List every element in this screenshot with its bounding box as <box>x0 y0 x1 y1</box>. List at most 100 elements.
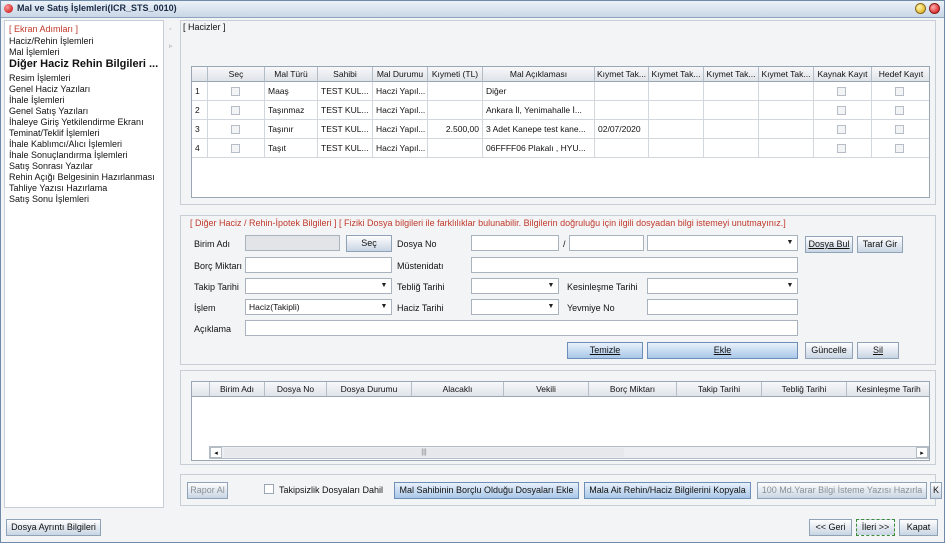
dosya-no-number-field[interactable] <box>569 235 644 251</box>
table-cell[interactable]: Ankara İl, Yenimahalle İ... <box>483 101 595 120</box>
row-select-checkbox[interactable] <box>231 125 240 134</box>
kaynak-kayit-checkbox[interactable] <box>837 125 846 134</box>
sidebar-item-diger-haciz[interactable]: Diğer Haciz Rehin Bilgileri ... <box>9 58 158 70</box>
table-cell[interactable]: TEST KUL... <box>318 101 373 120</box>
geri-button[interactable]: << Geri <box>809 519 852 536</box>
table-cell[interactable]: Maaş <box>265 82 318 101</box>
rapor-al-button[interactable]: Rapor Al <box>187 482 228 499</box>
table-cell[interactable]: Taşınır <box>265 120 318 139</box>
table-cell[interactable] <box>649 139 704 158</box>
dosya-bul-button[interactable]: Dosya Bul <box>805 236 853 253</box>
sidebar-item-tahliye[interactable]: Tahliye Yazısı Hazırlama <box>9 183 107 193</box>
guncelle-button[interactable]: Güncelle <box>805 342 853 359</box>
borc-miktari-field[interactable] <box>245 257 392 273</box>
table-header[interactable]: Vekili <box>504 382 589 397</box>
table-cell[interactable]: 02/07/2020 <box>595 120 649 139</box>
birim-adi-field[interactable] <box>245 235 340 251</box>
hedef-kayit-checkbox[interactable] <box>895 144 904 153</box>
sidebar-item-ihale[interactable]: İhale İşlemleri <box>9 95 65 105</box>
sil-button[interactable]: Sil <box>857 342 899 359</box>
table-cell[interactable]: Taşınmaz <box>265 101 318 120</box>
table-header[interactable]: Alacaklı <box>412 382 504 397</box>
aciklama-field[interactable] <box>245 320 798 336</box>
mustenidat-field[interactable] <box>471 257 798 273</box>
table-header[interactable]: Kıymet Tak... <box>704 67 759 82</box>
sidebar-item-haciz-rehin[interactable]: Haciz/Rehin İşlemleri <box>9 36 94 46</box>
sidebar-item-satis-sonu[interactable]: Satış Sonu İşlemleri <box>9 194 89 204</box>
table-cell[interactable] <box>595 82 649 101</box>
table-header[interactable]: Kıymet Tak... <box>595 67 649 82</box>
table-header[interactable]: Mal Türü <box>265 67 318 82</box>
yarar-bilgi-yazisi-button[interactable]: 100 Md.Yarar Bilgi İsteme Yazısı Hazırla <box>757 482 927 499</box>
table-cell[interactable] <box>759 120 814 139</box>
row-select-checkbox[interactable] <box>231 144 240 153</box>
minimize-button[interactable] <box>915 3 926 14</box>
table-cell[interactable]: Taşıt <box>265 139 318 158</box>
scroll-left-icon[interactable]: ◂ <box>210 447 222 458</box>
table-cell[interactable] <box>649 82 704 101</box>
taraf-gir-button[interactable]: Taraf Gir <box>857 236 903 253</box>
table-header[interactable]: Mal Durumu <box>373 67 428 82</box>
extra-action-button[interactable]: K <box>930 482 942 499</box>
table-header[interactable]: Hedef Kayıt <box>872 67 929 82</box>
teblig-tarihi-picker[interactable]: ▼ <box>471 278 559 294</box>
haciz-tarihi-picker[interactable]: ▼ <box>471 299 559 315</box>
table-header[interactable]: Tebliğ Tarihi <box>762 382 847 397</box>
sidebar-item-ihale-sonuc[interactable]: İhale Sonuçlandırma İşlemleri <box>9 150 128 160</box>
table-cell[interactable]: TEST KUL... <box>318 139 373 158</box>
table-cell[interactable]: Haczi Yapıl... <box>373 120 428 139</box>
table-cell[interactable] <box>704 101 759 120</box>
temizle-button[interactable]: Temizle <box>567 342 643 359</box>
table-header[interactable]: Dosya No <box>265 382 327 397</box>
table-cell[interactable]: 3 Adet Kanepe test kane... <box>483 120 595 139</box>
table-cell[interactable] <box>649 101 704 120</box>
table-cell[interactable]: Haczi Yapıl... <box>373 101 428 120</box>
table-cell[interactable]: 06FFFF06 Plakalı , HYU... <box>483 139 595 158</box>
table-cell[interactable] <box>704 139 759 158</box>
hedef-kayit-checkbox[interactable] <box>895 87 904 96</box>
scroll-right-icon[interactable]: ▸ <box>916 447 928 458</box>
chevron-down-icon[interactable]: ▼ <box>783 279 797 293</box>
row-select-checkbox[interactable] <box>231 87 240 96</box>
row-select-checkbox[interactable] <box>231 106 240 115</box>
chevron-down-icon[interactable]: ▼ <box>377 300 391 314</box>
kesinlesme-tarihi-picker[interactable]: ▼ <box>647 278 798 294</box>
kaynak-kayit-checkbox[interactable] <box>837 106 846 115</box>
table-cell[interactable] <box>759 139 814 158</box>
kapat-button[interactable]: Kapat <box>899 519 938 536</box>
splitter-handle-2[interactable]: ▹ <box>169 42 173 50</box>
table-cell[interactable]: TEST KUL... <box>318 82 373 101</box>
table-header[interactable]: Seç <box>208 67 265 82</box>
kaynak-kayit-checkbox[interactable] <box>837 144 846 153</box>
table-header[interactable]: Dosya Durumu <box>327 382 412 397</box>
yevmiye-no-field[interactable] <box>647 299 798 315</box>
table-cell[interactable] <box>595 101 649 120</box>
chevron-down-icon[interactable]: ▼ <box>544 279 558 293</box>
dosya-no-year-field[interactable] <box>471 235 559 251</box>
close-window-button[interactable] <box>929 3 940 14</box>
table-cell[interactable] <box>649 120 704 139</box>
table-cell[interactable] <box>428 101 483 120</box>
chevron-down-icon[interactable]: ▼ <box>377 279 391 293</box>
table-header[interactable]: Kesinleşme Tarih <box>847 382 929 397</box>
table-cell[interactable] <box>428 82 483 101</box>
takipsizlik-checkbox[interactable] <box>264 484 274 494</box>
sidebar-item-genel-satis[interactable]: Genel Satış Yazıları <box>9 106 88 116</box>
sidebar-item-satis-sonrasi[interactable]: Satış Sonrası Yazılar <box>9 161 93 171</box>
chevron-down-icon[interactable]: ▼ <box>783 236 797 250</box>
table-header[interactable]: Kıymeti (TL) <box>428 67 483 82</box>
hedef-kayit-checkbox[interactable] <box>895 106 904 115</box>
sidebar-item-resim[interactable]: Resim İşlemleri <box>9 73 71 83</box>
table-cell[interactable] <box>759 101 814 120</box>
table-header[interactable]: Birim Adı <box>210 382 265 397</box>
table-header[interactable]: Kaynak Kayıt <box>814 67 872 82</box>
table-header[interactable]: Takip Tarihi <box>677 382 762 397</box>
table-header[interactable]: Borç Miktarı <box>589 382 677 397</box>
mala-ait-kopyala-button[interactable]: Mala Ait Rehin/Haciz Bilgilerini Kopyala <box>584 482 751 499</box>
dosya-tur-select[interactable]: ▼ <box>647 235 798 251</box>
dosya-ayrinti-button[interactable]: Dosya Ayrıntı Bilgileri <box>6 519 101 536</box>
chevron-down-icon[interactable]: ▼ <box>544 300 558 314</box>
ekle-button[interactable]: Ekle <box>647 342 798 359</box>
scroll-thumb[interactable]: ||| <box>224 448 624 457</box>
table-cell[interactable] <box>428 139 483 158</box>
